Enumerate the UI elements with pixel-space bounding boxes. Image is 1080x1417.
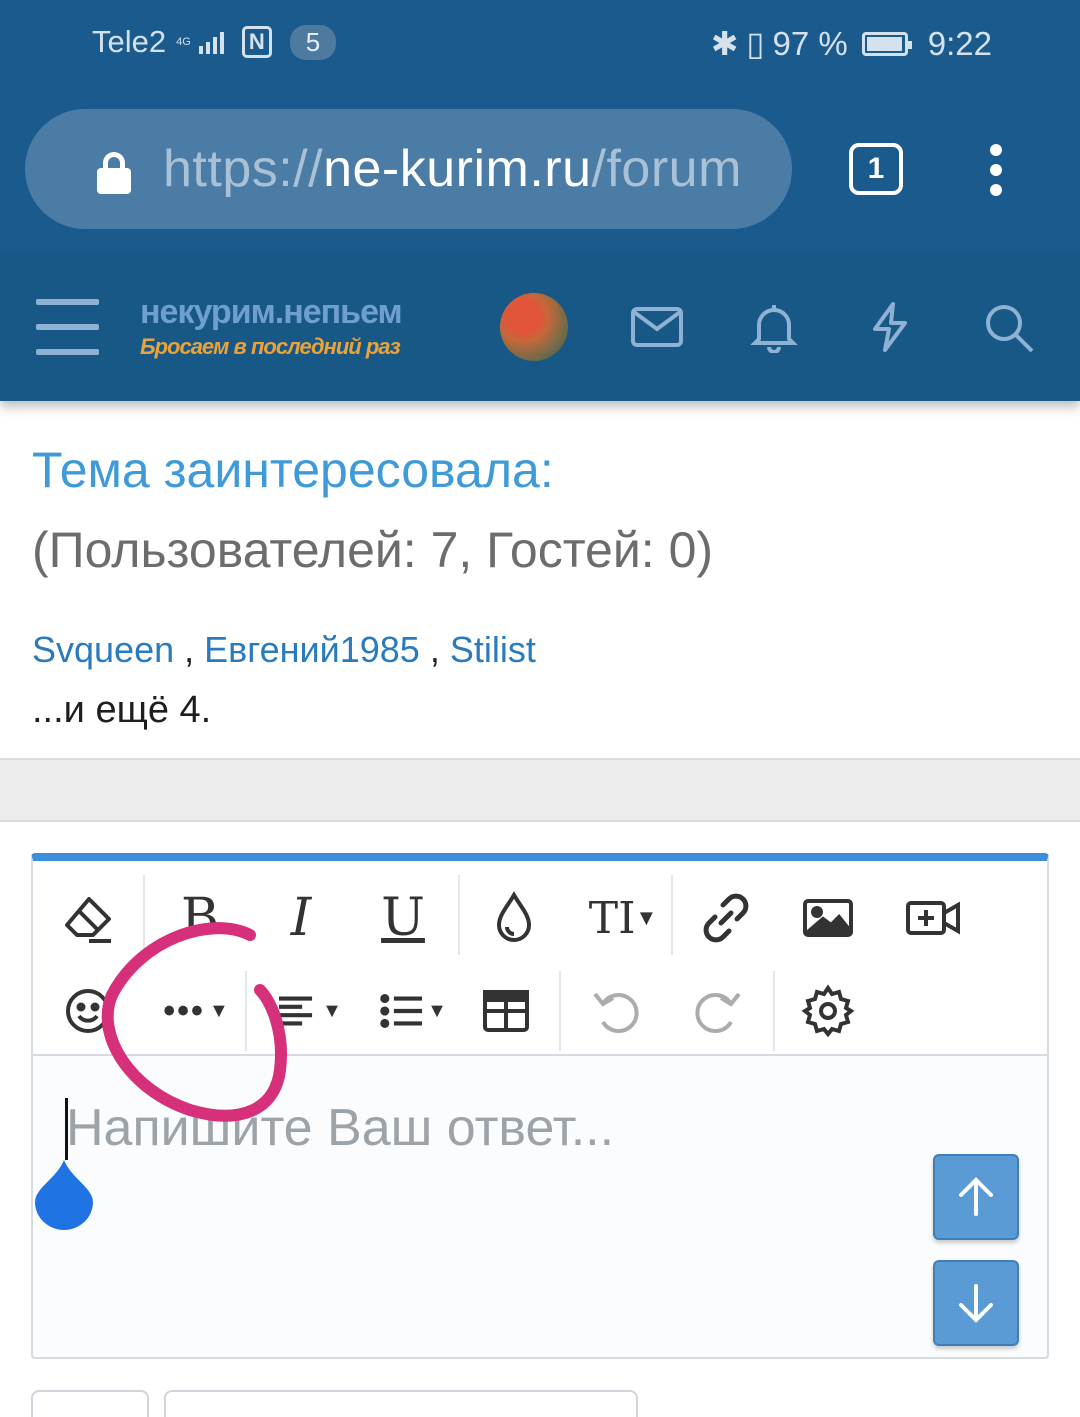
reply-text-area[interactable]: Напишите Ваш ответ... xyxy=(33,1058,1047,1359)
user-link-evgeniy1985[interactable]: Евгений1985 xyxy=(204,629,420,670)
bottom-button[interactable] xyxy=(164,1390,638,1417)
toolbar-separator xyxy=(559,971,561,1051)
image-icon[interactable] xyxy=(793,883,863,953)
table-icon[interactable] xyxy=(471,976,541,1046)
reply-placeholder: Напишите Ваш ответ... xyxy=(66,1099,615,1157)
address-bar[interactable]: https://ne-kurim.ru/forum xyxy=(25,109,792,229)
settings-icon[interactable] xyxy=(793,976,863,1046)
topic-interest-title: Тема заинтересовала: xyxy=(32,442,554,498)
viewer-count: (Пользователей: 7, Гостей: 0) xyxy=(32,522,714,578)
notification-count-badge: 5 xyxy=(289,24,337,60)
toolbar-separator xyxy=(143,875,145,955)
section-divider xyxy=(0,758,1080,822)
logo-tagline: Бросаем в последний раз xyxy=(140,334,401,359)
toolbar-separator xyxy=(671,875,673,955)
video-icon[interactable] xyxy=(898,883,968,953)
site-header: некурим.непьем Бросаем в последний раз xyxy=(0,253,1080,401)
user-link-stilist[interactable]: Stilist xyxy=(450,629,536,670)
chevron-down-icon: ▼ xyxy=(322,999,342,1022)
status-left: Tele2 4G N 5 xyxy=(92,24,337,60)
tab-switcher-button[interactable]: 1 xyxy=(849,143,903,195)
chevron-down-icon: ▼ xyxy=(208,999,229,1022)
list-icon[interactable]: ▼ xyxy=(368,976,458,1046)
bold-icon[interactable]: B xyxy=(165,883,235,953)
browser-toolbar: https://ne-kurim.ru/forum 1 xyxy=(0,90,1080,253)
chevron-down-icon: ▼ xyxy=(427,999,447,1022)
link-icon[interactable] xyxy=(691,883,761,953)
site-logo[interactable]: некурим.непьем Бросаем в последний раз xyxy=(140,293,403,360)
editor-toolbar: B I U TI ▼ ••• ▼ ▼ ▼ xyxy=(33,861,1047,1056)
color-drop-icon[interactable] xyxy=(479,883,549,953)
bell-icon[interactable] xyxy=(747,301,801,354)
carrier-name: Tele2 xyxy=(92,24,167,59)
underline-icon[interactable]: U xyxy=(368,883,438,953)
viewer-list: Svqueen , Евгений1985 , Stilist xyxy=(32,629,536,671)
search-icon[interactable] xyxy=(982,301,1036,353)
more-options-icon[interactable]: ••• ▼ xyxy=(151,976,241,1046)
redo-icon[interactable] xyxy=(683,976,753,1046)
italic-icon[interactable]: I xyxy=(266,883,336,953)
network-type: 4G xyxy=(176,35,191,48)
lock-icon xyxy=(97,152,131,194)
caret-handle-icon[interactable] xyxy=(33,1158,95,1230)
text-caret xyxy=(65,1098,68,1160)
vibrate-icon: ▯ xyxy=(746,25,765,62)
smiley-icon[interactable] xyxy=(53,976,123,1046)
font-size-label: TI xyxy=(588,892,636,944)
inbox-mail-icon[interactable] xyxy=(630,301,684,353)
status-right: ✱ ▯ 97 % 9:22 xyxy=(711,24,992,63)
reply-editor: B I U TI ▼ ••• ▼ ▼ ▼ Напишите Ваш ответ.… xyxy=(31,853,1049,1359)
list-separator: , xyxy=(419,629,450,670)
bottom-button[interactable] xyxy=(31,1390,149,1417)
url-path: /forum xyxy=(591,140,742,198)
browser-menu-icon[interactable] xyxy=(982,144,1010,196)
clock: 9:22 xyxy=(927,24,992,62)
user-link-svqueen[interactable]: Svqueen xyxy=(32,629,174,670)
font-size-icon[interactable]: TI ▼ xyxy=(578,883,668,953)
list-separator: , xyxy=(174,629,205,670)
logo-title: некурим.непьем xyxy=(140,293,403,331)
battery-percent: 97 % xyxy=(772,24,848,62)
lightning-icon[interactable] xyxy=(863,301,917,353)
eraser-icon[interactable] xyxy=(53,883,123,953)
toolbar-separator xyxy=(458,875,460,955)
status-bar: Tele2 4G N 5 ✱ ▯ 97 % 9:22 xyxy=(0,0,1080,90)
chevron-down-icon: ▼ xyxy=(635,905,658,930)
user-avatar[interactable] xyxy=(500,293,568,361)
nfc-icon: N xyxy=(241,26,272,58)
hamburger-menu-icon[interactable] xyxy=(36,299,99,355)
battery-icon xyxy=(861,31,912,56)
more-viewers-text[interactable]: ...и ещё 4. xyxy=(32,689,211,732)
undo-icon[interactable] xyxy=(581,976,651,1046)
scroll-up-button[interactable] xyxy=(933,1154,1019,1240)
ellipsis-icon: ••• xyxy=(163,991,205,1030)
signal-icon xyxy=(198,30,224,54)
url-text[interactable]: https://ne-kurim.ru/forum xyxy=(163,139,742,199)
toolbar-separator xyxy=(245,971,247,1051)
toolbar-separator xyxy=(773,971,775,1051)
url-scheme: https:// xyxy=(163,140,324,198)
align-icon[interactable]: ▼ xyxy=(263,976,353,1046)
url-host: ne-kurim.ru xyxy=(323,140,592,198)
bluetooth-icon: ✱ xyxy=(710,25,739,62)
scroll-down-button[interactable] xyxy=(933,1260,1019,1346)
